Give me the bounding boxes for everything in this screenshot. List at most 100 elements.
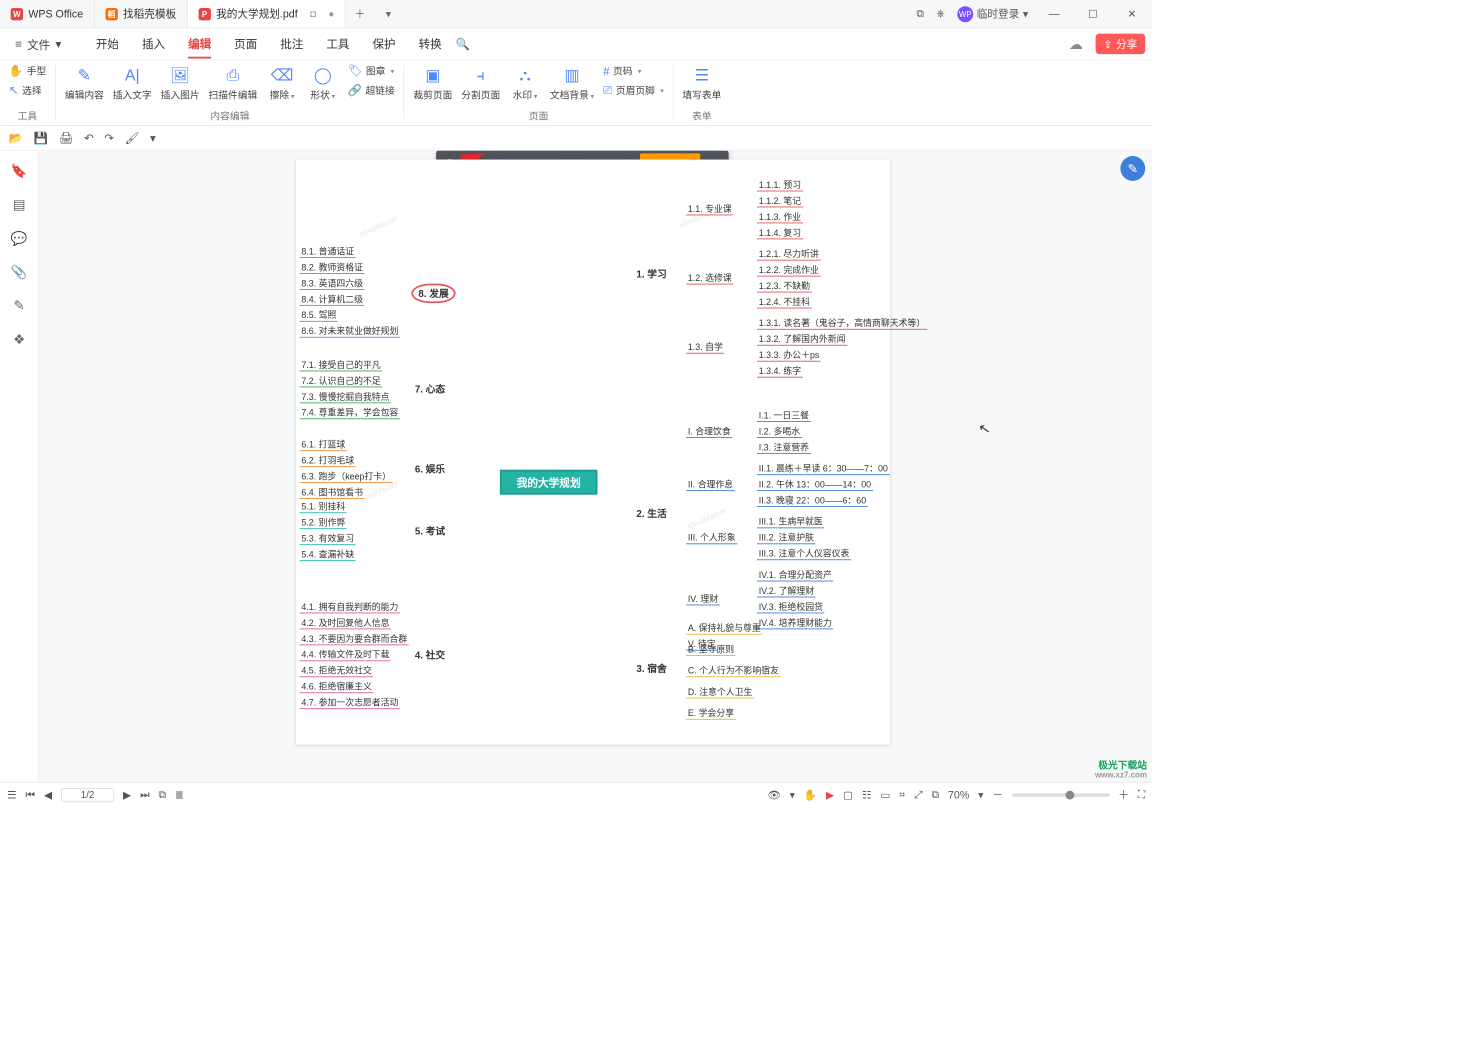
tab-dropdown-button[interactable]: ▾ bbox=[374, 0, 402, 27]
mindmap-node: E. 学会分享 bbox=[686, 706, 736, 720]
ribbon-tab-page[interactable]: 页面 bbox=[234, 29, 257, 58]
ribbon-tab-insert[interactable]: 插入 bbox=[142, 29, 165, 58]
tab-readonly-icon: ◘ bbox=[310, 8, 316, 19]
ribbon-tab-tools[interactable]: 工具 bbox=[326, 29, 349, 58]
print-icon[interactable]: 🖨 bbox=[59, 131, 74, 145]
new-tab-button[interactable]: ＋ bbox=[346, 0, 374, 27]
layers-icon[interactable]: ❖ bbox=[13, 332, 25, 348]
window-close-button[interactable]: ✕ bbox=[1119, 8, 1146, 20]
next-page-button[interactable]: ▶ bbox=[123, 788, 131, 800]
zoom-slider-knob[interactable] bbox=[1066, 790, 1075, 799]
wps-logo-icon: W bbox=[11, 8, 23, 20]
chevron-down-icon: ▾ bbox=[55, 37, 61, 51]
insert-text-button[interactable]: A|插入文字 bbox=[109, 62, 155, 102]
header-footer-button[interactable]: ⎚页眉页脚▾ bbox=[600, 82, 668, 100]
view-rotate-icon[interactable]: ⤢ bbox=[914, 788, 923, 801]
floating-edit-button[interactable]: ✎ bbox=[1120, 156, 1145, 181]
cloud-sync-icon[interactable]: ☁ bbox=[1069, 35, 1083, 53]
page-number-input[interactable]: 1/2 bbox=[61, 788, 114, 802]
edit-content-button[interactable]: ✎编辑内容 bbox=[61, 62, 107, 102]
chevron-down-icon[interactable]: ▾ bbox=[790, 788, 795, 800]
hand-tool-button[interactable]: ✋手型 bbox=[5, 62, 49, 80]
mindmap-node: MindMaster bbox=[358, 213, 400, 239]
insert-image-button[interactable]: 🖼插入图片 bbox=[157, 62, 203, 102]
window-minimize-button[interactable]: — bbox=[1041, 8, 1068, 20]
erase-button[interactable]: ⌫擦除▾ bbox=[263, 62, 302, 102]
signature-icon[interactable]: ✎ bbox=[13, 298, 24, 314]
ribbon-tab-edit[interactable]: 编辑 bbox=[188, 29, 211, 58]
hyperlink-button[interactable]: 🔗超链接 bbox=[344, 82, 398, 100]
zoom-in-button[interactable]: ＋ bbox=[1118, 787, 1129, 802]
scan-edit-button[interactable]: ⎙扫描件编辑 bbox=[205, 62, 261, 102]
view-multi-icon[interactable]: ☷ bbox=[862, 788, 872, 800]
view-book-icon[interactable]: ▭ bbox=[880, 788, 890, 800]
last-page-button[interactable]: ⏭ bbox=[140, 788, 150, 801]
mindmap-node: 4.1. 拥有自我判断的能力 bbox=[300, 599, 401, 613]
mindmap-node: 8.5. 驾照 bbox=[300, 308, 339, 322]
headerfooter-icon: ⎚ bbox=[603, 81, 612, 101]
ribbon-tab-annot[interactable]: 批注 bbox=[280, 29, 303, 58]
mindmap-node: 6. 娱乐 bbox=[411, 461, 448, 477]
avatar-icon: WP bbox=[957, 6, 973, 22]
fullscreen-icon[interactable]: ⛶ bbox=[1138, 788, 1145, 801]
open-icon[interactable]: 📂 bbox=[9, 131, 23, 145]
hand-icon[interactable]: ✋ bbox=[804, 788, 817, 800]
eraser-icon: ⌫ bbox=[271, 66, 294, 86]
window-maximize-button[interactable]: ☐ bbox=[1080, 8, 1107, 20]
app-tab-wps[interactable]: W WPS Office bbox=[0, 0, 95, 27]
document-canvas[interactable]: ✎ ✪ 正在试用会员专享裁剪页面功能 立即开通 ✕ 我的大学规划MindMast… bbox=[39, 151, 1152, 782]
fill-form-button[interactable]: ☰填写表单 bbox=[679, 62, 725, 102]
prev-page-button[interactable]: ◀ bbox=[44, 788, 52, 800]
eye-icon[interactable]: 👁 bbox=[767, 788, 781, 800]
save-icon[interactable]: 💾 bbox=[34, 131, 48, 145]
quick-access-bar: 📂 💾 🖨 ↶ ↷ 🖌 ▾ bbox=[0, 126, 1152, 151]
stamp-button[interactable]: 🏷图章▾ bbox=[344, 62, 398, 80]
background-button[interactable]: ▥文档背景▾ bbox=[546, 62, 597, 102]
view-single-icon[interactable]: ▢ bbox=[843, 788, 853, 800]
redo-icon[interactable]: ↷ bbox=[104, 131, 114, 145]
app-tab-daoke[interactable]: 稻 找稻壳模板 bbox=[95, 0, 188, 27]
mindmap-node: 1.2.4. 不挂科 bbox=[757, 294, 812, 308]
ribbon-tab-protect[interactable]: 保护 bbox=[372, 29, 395, 58]
hamburger-icon: ≡ bbox=[15, 37, 22, 50]
crop-page-button[interactable]: ▣裁剪页面 bbox=[410, 62, 456, 102]
mindmap-node: 1.3.4. 练字 bbox=[757, 363, 803, 377]
fit-page-icon[interactable]: ⧉ bbox=[159, 788, 167, 801]
mindmap-node: 6.4. 图书馆看书 bbox=[300, 485, 365, 499]
mindmap-node: 1.2.3. 不缺勤 bbox=[757, 278, 812, 292]
share-button[interactable]: ⇪ 分享 bbox=[1096, 34, 1146, 54]
first-page-button[interactable]: ⏮ bbox=[25, 788, 35, 801]
ribbon-tab-convert[interactable]: 转换 bbox=[419, 29, 442, 58]
shape-button[interactable]: ◯形状▾ bbox=[303, 62, 342, 102]
view-grid-icon[interactable]: ⌗ bbox=[899, 788, 905, 801]
attachment-icon[interactable]: 📎 bbox=[11, 264, 28, 280]
app-tab-document[interactable]: P 我的大学规划.pdf ◘ ● bbox=[188, 0, 346, 27]
watermark-button[interactable]: ⛬水印▾ bbox=[506, 62, 545, 102]
file-menu-button[interactable]: ≡ 文件 ▾ bbox=[7, 31, 69, 57]
zoom-out-button[interactable]: － bbox=[992, 787, 1003, 802]
zoom-value[interactable]: 70% bbox=[948, 788, 969, 800]
outline-icon[interactable]: ▤ bbox=[13, 197, 26, 213]
select-tool-button[interactable]: ↖选择 bbox=[5, 82, 49, 100]
mindmap-node: 7.3. 慢慢挖掘自我特点 bbox=[300, 389, 392, 403]
status-menu-icon[interactable]: ☰ bbox=[7, 788, 17, 800]
mindmap-node: 8.2. 教师资格证 bbox=[300, 260, 365, 274]
format-brush-icon[interactable]: 🖌 bbox=[125, 131, 140, 145]
window-layout-icon[interactable]: ⧉ bbox=[916, 7, 924, 20]
quick-more-icon[interactable]: ▾ bbox=[150, 131, 156, 145]
cube-icon[interactable]: ⎈ bbox=[936, 7, 945, 20]
chevron-down-icon[interactable]: ▾ bbox=[978, 788, 983, 800]
ribbon-tab-start[interactable]: 开始 bbox=[96, 29, 119, 58]
comment-icon[interactable]: 💬 bbox=[11, 230, 28, 246]
zoom-slider[interactable] bbox=[1012, 793, 1110, 797]
undo-icon[interactable]: ↶ bbox=[84, 131, 94, 145]
login-button[interactable]: WP 临时登录 ▾ bbox=[957, 6, 1028, 22]
mindmap-node: 1.3.1. 读名著（鬼谷子，高情商聊天术等） bbox=[757, 316, 927, 330]
split-page-button[interactable]: ⫞分割页面 bbox=[458, 62, 504, 102]
play-icon[interactable]: ▶ bbox=[826, 788, 834, 800]
page-number-button[interactable]: #页码▾ bbox=[600, 62, 668, 80]
continuous-icon[interactable]: ≣ bbox=[175, 788, 184, 800]
search-icon[interactable]: 🔍 bbox=[456, 37, 470, 51]
view-fit-icon[interactable]: ⧉ bbox=[932, 788, 940, 801]
bookmark-icon[interactable]: 🔖 bbox=[11, 163, 28, 179]
